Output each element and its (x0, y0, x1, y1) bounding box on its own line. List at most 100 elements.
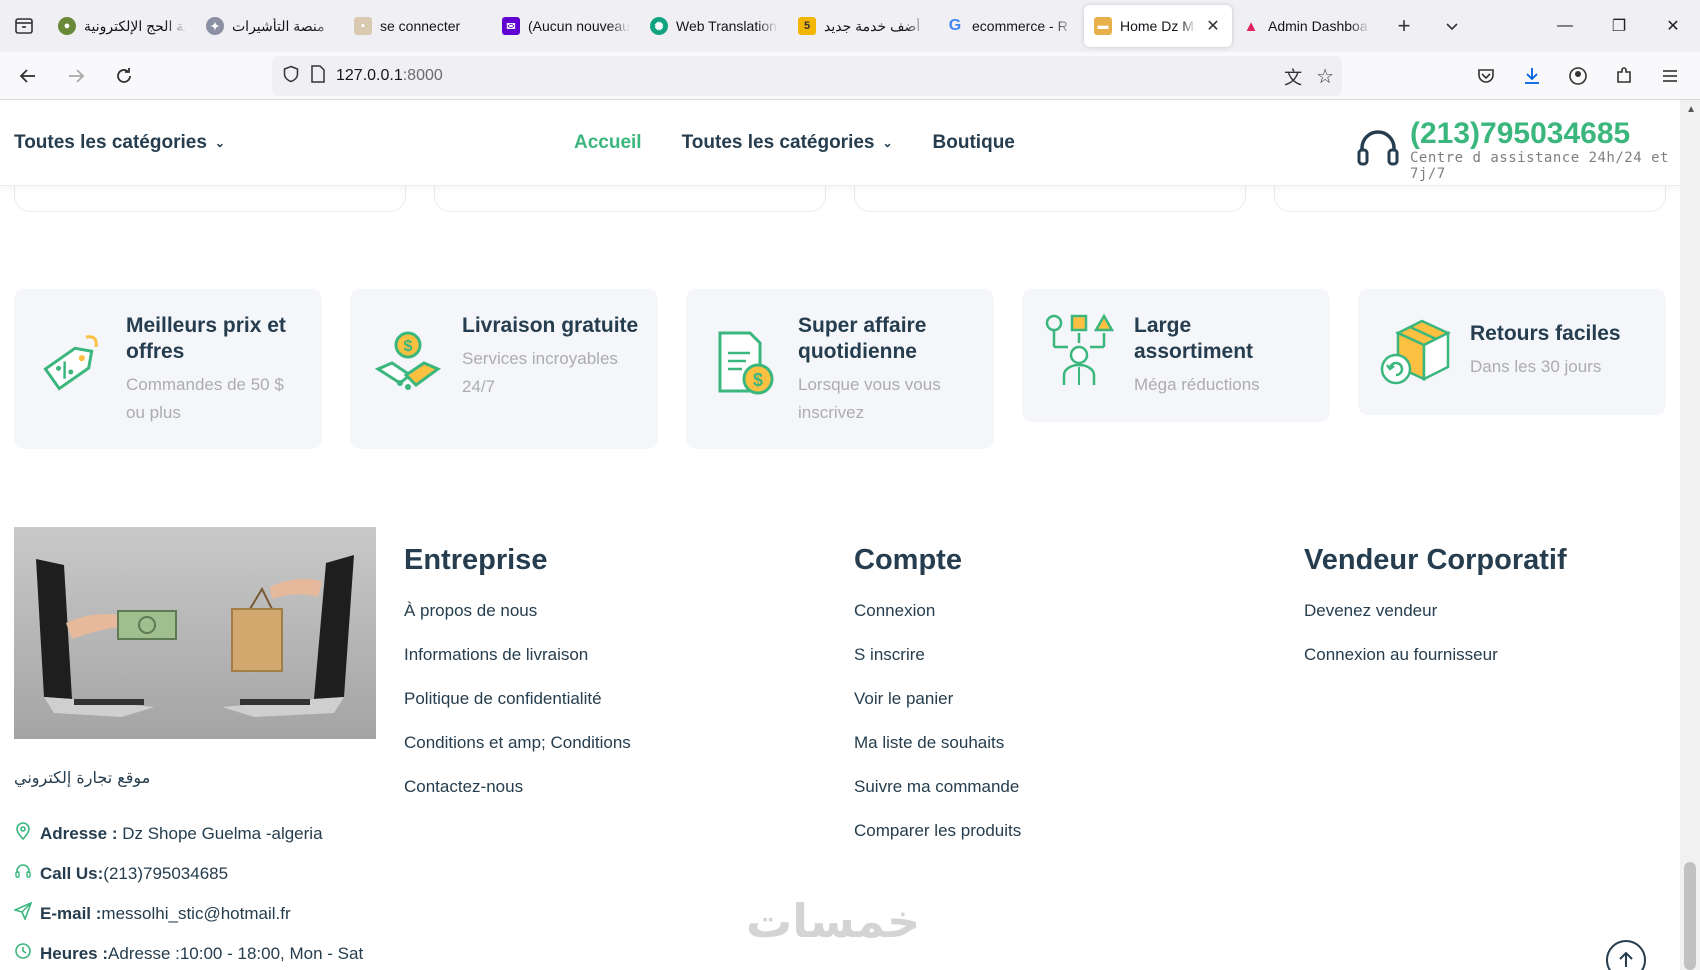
footer-link[interactable]: Connexion au fournisseur (1304, 645, 1567, 689)
contact-email: E-mail :messolhi_stic@hotmail.fr (12, 901, 291, 925)
svg-text:$: $ (753, 370, 763, 390)
chevron-down-icon: ⌄ (882, 135, 893, 150)
footer-link[interactable]: Suivre ma commande (854, 777, 1021, 821)
contact-value[interactable]: messolhi_stic@hotmail.fr (101, 904, 290, 923)
return-box-icon (1378, 313, 1454, 389)
chevron-down-icon[interactable] (1428, 5, 1476, 47)
footer-link[interactable]: Ma liste de souhaits (854, 733, 1021, 777)
footer-link[interactable]: Connexion (854, 601, 1021, 645)
tab-google[interactable]: G ecommerce - R (936, 5, 1084, 47)
feature-title: Super affaire quotidienne (798, 314, 927, 363)
hotline: (213)795034685 Centre d assistance 24h/2… (1356, 118, 1680, 182)
tab-title: أضف خدمة جديد (824, 17, 921, 34)
hotline-number[interactable]: (213)795034685 (1410, 118, 1680, 150)
translate-icon[interactable]: 文 (1284, 64, 1302, 90)
footer-link-list: À propos de nous Informations de livrais… (404, 601, 631, 821)
reload-icon[interactable] (104, 56, 144, 96)
feature-title: Livraison gratuite (462, 314, 639, 337)
browser-toolbar (1466, 56, 1690, 96)
watermark: خمسات (746, 894, 921, 948)
new-tab-icon[interactable]: + (1380, 5, 1428, 47)
feature-card-assortment: Large assortiment Méga réductions (1022, 289, 1330, 422)
mail-favicon-icon: ✉ (502, 17, 520, 35)
minimize-icon[interactable]: — (1538, 0, 1592, 52)
contact-label: Adresse : (40, 823, 118, 843)
back-arrow-icon[interactable] (8, 56, 48, 96)
shield-icon[interactable] (282, 65, 300, 88)
url-text[interactable]: 127.0.0.1:8000 (336, 67, 443, 85)
tab-admin[interactable]: ▲ Admin Dashboa (1232, 5, 1380, 47)
feature-subtitle: Méga réductions (1134, 375, 1260, 394)
contact-text: E-mail :messolhi_stic@hotmail.fr (40, 904, 291, 924)
footer-link[interactable]: Informations de livraison (404, 645, 631, 689)
forward-arrow-icon[interactable] (56, 56, 96, 96)
contact-value[interactable]: (213)795034685 (103, 864, 228, 883)
hamburger-menu-icon[interactable] (1650, 56, 1690, 96)
extensions-icon[interactable] (1604, 56, 1644, 96)
back-to-top-button[interactable] (1606, 940, 1646, 970)
feature-subtitle: Services incroyables 24/7 (462, 349, 618, 396)
feature-title: Retours faciles (1470, 322, 1621, 345)
page-icon[interactable] (310, 64, 326, 88)
footer-link[interactable]: S inscrire (854, 645, 1021, 689)
tab-hajj[interactable]: ● بوابة الحج الإلكترونية (48, 5, 196, 47)
dropdown-label: Toutes les catégories (14, 132, 207, 153)
menu-item-label: Toutes les catégories (681, 132, 875, 153)
footer-link[interactable]: À propos de nous (404, 601, 631, 645)
contact-address: Adresse : Dz Shope Guelma -algeria (14, 822, 323, 845)
paper-plane-icon (12, 901, 33, 925)
chevron-down-icon: ⌄ (214, 135, 225, 150)
footer-link[interactable]: Conditions et amp; Conditions (404, 733, 631, 777)
footer-link[interactable]: Voir le panier (854, 689, 1021, 733)
tab-home-active[interactable]: ▬ Home Dz Mu ✕ (1084, 5, 1232, 47)
menu-item-categories[interactable]: Toutes les catégories ⌄ (682, 132, 893, 154)
feature-subtitle: Commandes de 50 $ ou plus (126, 375, 284, 422)
tab-mail[interactable]: ✉ (Aucun nouveau (492, 5, 640, 47)
contact-hours: Heures :Adresse :10:00 - 18:00, Mon - Sa… (14, 942, 363, 965)
ecommerce-hero-image (14, 527, 376, 739)
menu-item-shop[interactable]: Boutique (933, 132, 1015, 154)
price-tag-icon (34, 325, 110, 401)
close-tab-icon[interactable]: ✕ (1204, 16, 1222, 36)
footer-link[interactable]: Contactez-nous (404, 777, 631, 821)
account-icon[interactable] (1558, 56, 1598, 96)
footer-link[interactable]: Devenez vendeur (1304, 601, 1567, 645)
close-window-icon[interactable]: ✕ (1646, 0, 1700, 52)
scrollbar-thumb[interactable] (1684, 862, 1696, 970)
url-bar[interactable]: 127.0.0.1:8000 文 ☆ (272, 56, 1342, 96)
page-scrollbar[interactable] (1680, 100, 1700, 970)
tab-visa[interactable]: ✦ منصة التأشيرات (196, 5, 344, 47)
invoice-dollar-icon: $ (706, 325, 782, 401)
footer-link-list: Devenez vendeur Connexion au fournisseur (1304, 601, 1567, 689)
feature-title: Large assortiment (1134, 314, 1254, 363)
pocket-icon[interactable] (1466, 56, 1506, 96)
headset-icon (14, 862, 32, 885)
tab-web-translation[interactable]: ✺ Web Translation (640, 5, 788, 47)
footer-col-title: Entreprise (404, 544, 548, 576)
footer-link[interactable]: Politique de confidentialité (404, 689, 631, 733)
feature-text: Large assortiment Méga réductions (1134, 313, 1314, 402)
browser-nav-bar: 127.0.0.1:8000 文 ☆ (0, 52, 1700, 100)
download-icon[interactable] (1512, 56, 1552, 96)
svg-text:$: $ (404, 338, 413, 355)
window-controls: — ❐ ✕ (1538, 0, 1700, 52)
bookmark-star-icon[interactable]: ☆ (1316, 64, 1334, 90)
menu-item-home[interactable]: Accueil (574, 132, 642, 154)
site-sticky-header: Toutes les catégories ⌄ Accueil Toutes le… (0, 100, 1680, 186)
restore-icon[interactable]: ❐ (1592, 0, 1646, 52)
tab-khamsat[interactable]: 5 أضف خدمة جديد (788, 5, 936, 47)
contact-value: Dz Shope Guelma -algeria (117, 823, 323, 843)
page-viewport: Toutes les catégories ⌄ Accueil Toutes le… (0, 100, 1680, 970)
scroll-up-icon[interactable]: ▲ (1686, 104, 1696, 115)
browse-categories-dropdown[interactable]: Toutes les catégories ⌄ (14, 132, 225, 154)
tab-list-icon[interactable] (0, 0, 48, 52)
location-pin-icon (14, 822, 32, 845)
browser-tab-bar: ● بوابة الحج الإلكترونية ✦ منصة التأشيرا… (0, 0, 1700, 52)
url-port: :8000 (402, 67, 443, 84)
feature-text: Livraison gratuite Services incroyables … (462, 313, 642, 429)
footer-link[interactable]: Comparer les produits (854, 821, 1021, 865)
feature-text: Meilleurs prix et offres Commandes de 50… (126, 313, 306, 429)
admin-favicon-icon: ▲ (1243, 17, 1259, 35)
tab-login[interactable]: ▪ se connecter (344, 5, 492, 47)
tab-title: se connecter (380, 18, 461, 34)
